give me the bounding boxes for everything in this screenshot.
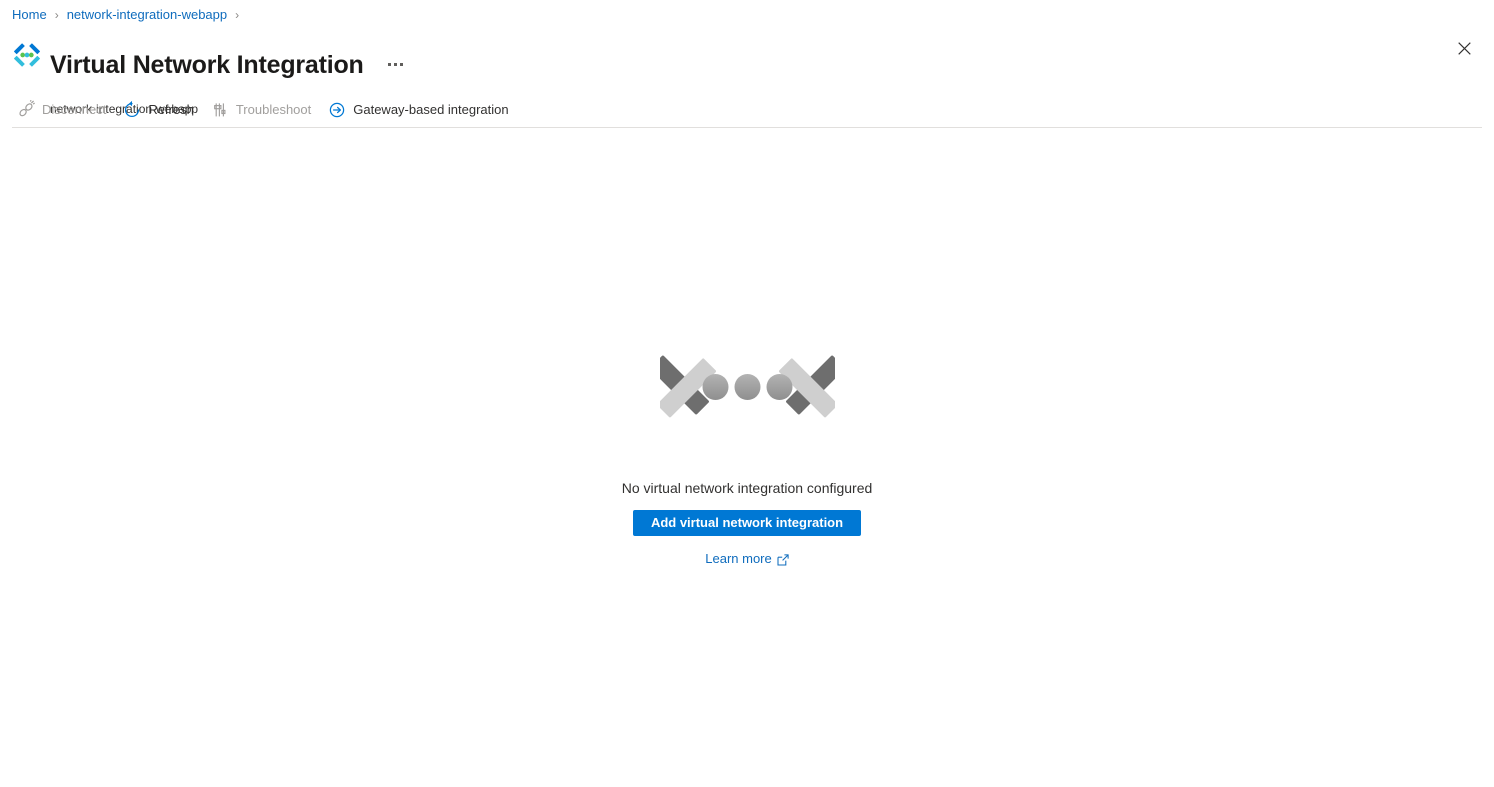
- breadcrumb: Home › network-integration-webapp ›: [12, 5, 247, 25]
- refresh-icon: [122, 100, 142, 120]
- command-bar-divider: [12, 127, 1482, 128]
- add-virtual-network-integration-button[interactable]: Add virtual network integration: [633, 510, 861, 536]
- ellipsis-dot-icon: [388, 63, 392, 67]
- disconnect-button[interactable]: Disconnect: [12, 96, 114, 124]
- breadcrumb-separator-icon: ›: [235, 8, 240, 22]
- close-blade-button[interactable]: [1448, 34, 1480, 66]
- gateway-based-integration-button[interactable]: Gateway-based integration: [323, 96, 516, 124]
- ellipsis-dot-icon: [400, 63, 404, 67]
- refresh-button[interactable]: Refresh: [118, 96, 202, 124]
- troubleshoot-label: Troubleshoot: [235, 102, 312, 117]
- disconnect-icon: [16, 99, 36, 120]
- empty-state-message: No virtual network integration configure…: [621, 480, 873, 496]
- refresh-label: Refresh: [148, 102, 194, 117]
- breadcrumb-item-resource[interactable]: network-integration-webapp: [67, 5, 227, 25]
- learn-more-link[interactable]: Learn more: [705, 550, 789, 568]
- page-title-line: Virtual Network Integration: [50, 32, 410, 98]
- external-link-icon: [777, 553, 789, 566]
- virtual-network-integration-grey-icon: [649, 330, 845, 450]
- command-bar: Disconnect Refresh Troubleshoot Gateway-…: [12, 96, 1482, 124]
- gateway-based-integration-label: Gateway-based integration: [353, 102, 509, 117]
- ellipsis-dot-icon: [394, 63, 398, 67]
- breadcrumb-separator-icon: ›: [54, 8, 59, 22]
- page-title: Virtual Network Integration: [50, 50, 364, 79]
- troubleshoot-icon: [210, 100, 230, 120]
- virtual-network-integration-icon: [12, 40, 42, 70]
- empty-state: No virtual network integration configure…: [0, 330, 1494, 568]
- troubleshoot-button[interactable]: Troubleshoot: [206, 96, 319, 124]
- learn-more-label: Learn more: [705, 551, 772, 566]
- disconnect-label: Disconnect: [42, 102, 107, 117]
- arrow-circle-right-icon: [327, 100, 347, 120]
- breadcrumb-item-home[interactable]: Home: [12, 5, 47, 25]
- more-options-button[interactable]: [382, 53, 410, 77]
- close-icon: [1457, 42, 1471, 58]
